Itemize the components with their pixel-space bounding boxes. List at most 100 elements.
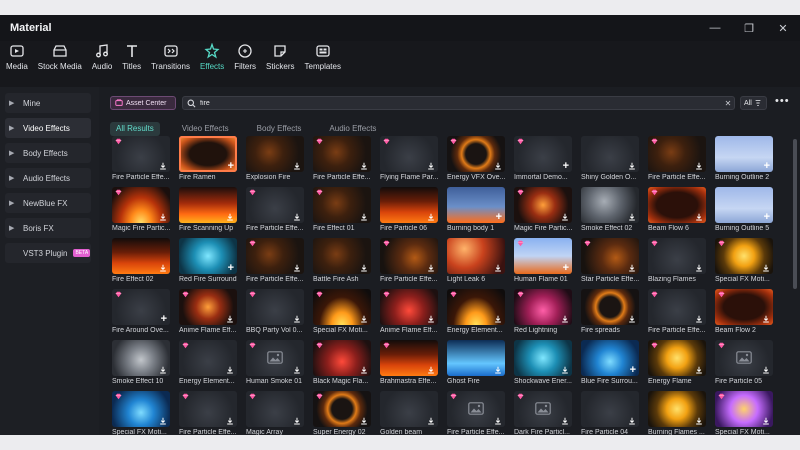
download-icon[interactable] (427, 417, 435, 425)
effect-tile[interactable]: Smoke Effect 10 (112, 340, 170, 385)
minimize-button[interactable]: — (698, 15, 732, 41)
effect-thumbnail[interactable]: + (581, 340, 639, 376)
effect-tile[interactable]: Super Energy 02 (313, 391, 371, 435)
effect-thumbnail[interactable] (246, 187, 304, 223)
effect-tile[interactable]: Fire spreads (581, 289, 639, 334)
effect-thumbnail[interactable] (715, 340, 773, 376)
download-icon[interactable] (695, 315, 703, 323)
effect-thumbnail[interactable] (581, 187, 639, 223)
effect-thumbnail[interactable] (514, 187, 572, 223)
effect-thumbnail[interactable] (648, 391, 706, 427)
effect-thumbnail[interactable] (313, 136, 371, 172)
effect-tile[interactable]: Human Smoke 01 (246, 340, 304, 385)
download-icon[interactable] (427, 213, 435, 221)
effect-thumbnail[interactable]: + (715, 187, 773, 223)
effect-tile[interactable]: Anime Flame Eff... (380, 289, 438, 334)
effect-thumbnail[interactable]: + (179, 238, 237, 274)
more-options-icon[interactable]: ••• (775, 95, 790, 107)
effect-tile[interactable]: + Red Fire Surround (179, 238, 237, 283)
effect-tile[interactable]: Blazing Flames (648, 238, 706, 283)
effect-thumbnail[interactable] (246, 391, 304, 427)
add-to-timeline-icon[interactable]: + (764, 211, 770, 223)
effect-thumbnail[interactable] (648, 238, 706, 274)
effect-tile[interactable]: Fire Particle Effe... (313, 136, 371, 181)
download-icon[interactable] (427, 162, 435, 170)
effect-tile[interactable]: Red Lightning (514, 289, 572, 334)
effect-tile[interactable]: Anime Flame Eff... (179, 289, 237, 334)
effect-tile[interactable]: Fire Particle Effe... (246, 187, 304, 232)
download-icon[interactable] (494, 264, 502, 272)
download-icon[interactable] (226, 417, 234, 425)
sidebar-item-mine[interactable]: ▶ Mine (5, 93, 91, 113)
effect-thumbnail[interactable]: + (514, 238, 572, 274)
download-icon[interactable] (762, 417, 770, 425)
tab-stock-media[interactable]: Stock Media (38, 41, 82, 71)
download-icon[interactable] (293, 417, 301, 425)
effect-thumbnail[interactable] (648, 289, 706, 325)
effect-thumbnail[interactable] (447, 391, 505, 427)
effect-thumbnail[interactable] (313, 340, 371, 376)
effect-tile[interactable]: Special FX Moti... (112, 391, 170, 435)
download-icon[interactable] (293, 264, 301, 272)
add-to-timeline-icon[interactable]: + (563, 262, 569, 274)
download-icon[interactable] (293, 366, 301, 374)
download-icon[interactable] (494, 162, 502, 170)
effect-tile[interactable]: Fire Particle 04 (581, 391, 639, 435)
effect-tile[interactable]: Burning Flames ... (648, 391, 706, 435)
effect-tile[interactable]: Energy Element... (447, 289, 505, 334)
tab-templates[interactable]: Templates (305, 41, 341, 71)
effect-tile[interactable]: Magic Fire Partic... (514, 187, 572, 232)
tab-filters[interactable]: Filters (234, 41, 256, 71)
effect-tile[interactable]: Fire Particle Effe... (246, 238, 304, 283)
effect-tile[interactable]: Star Particle Effe... (581, 238, 639, 283)
effect-thumbnail[interactable] (380, 136, 438, 172)
download-icon[interactable] (762, 315, 770, 323)
sidebar-item-vst3-plugin[interactable]: VST3 Plugin BETA (5, 243, 91, 263)
tab-effects[interactable]: Effects (200, 41, 224, 71)
effect-thumbnail[interactable] (380, 289, 438, 325)
filter-tab-video-effects[interactable]: Video Effects (176, 122, 235, 136)
effect-thumbnail[interactable] (112, 187, 170, 223)
restore-button[interactable]: ❐ (732, 15, 766, 41)
close-button[interactable]: ✕ (766, 15, 800, 41)
download-icon[interactable] (226, 315, 234, 323)
sidebar-item-body-effects[interactable]: ▶ Body Effects (5, 143, 91, 163)
effect-tile[interactable]: Special FX Moti... (313, 289, 371, 334)
effect-tile[interactable]: Fire Particle Effe... (179, 391, 237, 435)
download-icon[interactable] (360, 162, 368, 170)
download-icon[interactable] (561, 315, 569, 323)
effect-thumbnail[interactable] (447, 289, 505, 325)
effect-tile[interactable]: Beam Flow 6 (648, 187, 706, 232)
effect-thumbnail[interactable] (380, 187, 438, 223)
effect-thumbnail[interactable] (447, 136, 505, 172)
download-icon[interactable] (695, 417, 703, 425)
sidebar-item-boris-fx[interactable]: ▶ Boris FX (5, 218, 91, 238)
effect-tile[interactable]: Fire Particle Effe... (648, 136, 706, 181)
effect-thumbnail[interactable] (581, 238, 639, 274)
effect-tile[interactable]: Fire Particle Effe... (447, 391, 505, 435)
effect-tile[interactable]: Fire Particle 05 (715, 340, 773, 385)
effect-thumbnail[interactable] (514, 289, 572, 325)
effect-thumbnail[interactable] (514, 340, 572, 376)
download-icon[interactable] (695, 264, 703, 272)
effect-tile[interactable]: Battle Fire Ash (313, 238, 371, 283)
tab-stickers[interactable]: Stickers (266, 41, 295, 71)
download-icon[interactable] (360, 264, 368, 272)
effect-tile[interactable]: Energy VFX Ove... (447, 136, 505, 181)
effect-tile[interactable]: Light Leak 6 (447, 238, 505, 283)
search-input[interactable] (200, 99, 722, 107)
download-icon[interactable] (427, 315, 435, 323)
add-to-timeline-icon[interactable]: + (496, 211, 502, 223)
effect-thumbnail[interactable] (179, 340, 237, 376)
add-to-timeline-icon[interactable]: + (630, 364, 636, 376)
effect-tile[interactable]: Fire Particle 06 (380, 187, 438, 232)
download-icon[interactable] (762, 366, 770, 374)
effect-thumbnail[interactable] (246, 340, 304, 376)
effect-thumbnail[interactable]: + (715, 136, 773, 172)
download-icon[interactable] (360, 213, 368, 221)
effect-tile[interactable]: Energy Flame (648, 340, 706, 385)
download-icon[interactable] (628, 213, 636, 221)
asset-center-button[interactable]: Asset Center (110, 96, 176, 110)
download-icon[interactable] (293, 213, 301, 221)
effect-tile[interactable]: + Fire Around Ove... (112, 289, 170, 334)
